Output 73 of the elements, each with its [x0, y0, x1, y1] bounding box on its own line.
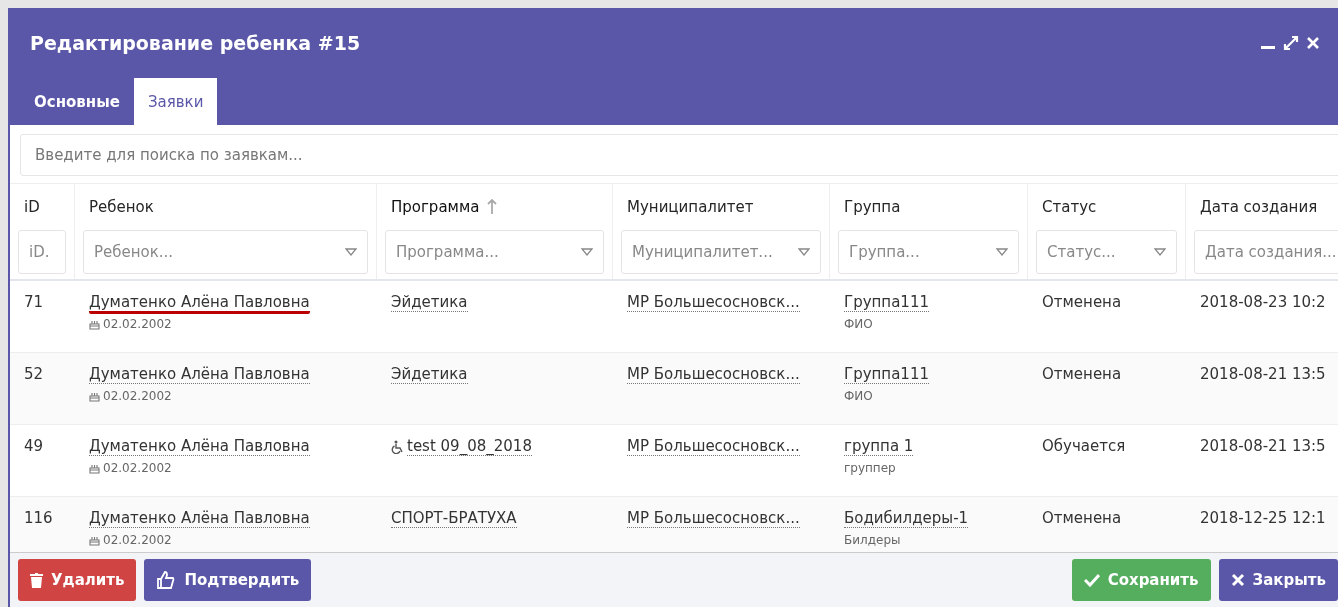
table-cell: 116	[24, 509, 53, 527]
table-cell: 2018-12-25 12:1	[1200, 509, 1326, 527]
table-cell: 49	[24, 437, 44, 455]
search-field[interactable]: Введите для поиска по заявкам...	[20, 134, 1338, 176]
group-link[interactable]: Группа111	[844, 293, 929, 312]
column-header[interactable]: Группа	[844, 198, 901, 216]
dropdown-icon[interactable]	[996, 248, 1008, 256]
column-header[interactable]: Программа	[391, 198, 480, 216]
expand-icon[interactable]	[1282, 34, 1300, 52]
municipality-link[interactable]: МР Большесосновск...	[627, 509, 800, 528]
tab[interactable]: Заявки	[133, 78, 218, 125]
birth-date: 02.02.2002	[103, 317, 172, 331]
trash-icon	[30, 572, 43, 588]
dropdown-icon[interactable]	[798, 248, 810, 256]
cake-icon	[89, 318, 100, 330]
filter-field[interactable]: iD.	[18, 230, 66, 274]
footer-button[interactable]: Подтвердить	[144, 559, 312, 601]
group-note: ФИО	[844, 317, 873, 331]
dropdown-icon[interactable]	[1154, 248, 1166, 256]
close-icon[interactable]	[1306, 36, 1320, 50]
table-cell: 52	[24, 365, 44, 383]
program-link[interactable]: Эйдетика	[391, 293, 468, 312]
footer-button[interactable]: Удалить	[18, 559, 137, 601]
group-link[interactable]: группа 1	[844, 437, 914, 456]
filter-field[interactable]: Дата создания...	[1194, 230, 1338, 274]
dropdown-icon[interactable]	[581, 248, 593, 256]
child-name-link[interactable]: Думатенко Алёна Павловна	[89, 437, 310, 456]
column-header[interactable]: Муниципалитет	[627, 198, 754, 216]
check-icon	[1083, 573, 1100, 587]
column-header[interactable]: iD	[24, 198, 40, 216]
municipality-link[interactable]: МР Большесосновск...	[627, 437, 800, 456]
program-link[interactable]: test 09_08_2018	[407, 437, 532, 456]
filter-field[interactable]: Ребенок...	[83, 230, 368, 274]
group-link[interactable]: Бодибилдеры-1	[844, 509, 969, 528]
table-cell: 2018-08-21 13:5	[1200, 437, 1326, 455]
tab[interactable]: Основные	[20, 78, 134, 125]
dropdown-icon[interactable]	[345, 248, 357, 256]
group-link[interactable]: Группа111	[844, 365, 929, 384]
close-icon	[1230, 573, 1245, 587]
filter-field[interactable]: Программа...	[385, 230, 604, 274]
group-note: группер	[844, 461, 896, 475]
column-header[interactable]: Дата создания	[1200, 198, 1318, 216]
thumbs-up-icon	[156, 570, 177, 590]
table-cell: 71	[24, 293, 44, 311]
child-name-link[interactable]: Думатенко Алёна Павловна	[89, 293, 310, 314]
cake-icon	[89, 462, 100, 474]
window-title: Редактирование ребенка #15	[30, 32, 361, 54]
filter-field[interactable]: Статус...	[1036, 230, 1177, 274]
column-header[interactable]: Ребенок	[89, 198, 154, 216]
birth-date: 02.02.2002	[103, 461, 172, 475]
group-note: Билдеры	[844, 533, 901, 547]
program-link[interactable]: Эйдетика	[391, 365, 468, 384]
table-cell: 2018-08-21 13:5	[1200, 365, 1326, 383]
table-cell: 2018-08-23 10:2	[1200, 293, 1326, 311]
birth-date: 02.02.2002	[103, 389, 172, 403]
child-name-link[interactable]: Думатенко Алёна Павловна	[89, 509, 310, 528]
filter-field[interactable]: Муниципалитет...	[621, 230, 821, 274]
column-header[interactable]: Статус	[1042, 198, 1097, 216]
table-cell: Отменена	[1042, 509, 1122, 527]
cake-icon	[89, 534, 100, 546]
table-cell: Отменена	[1042, 365, 1122, 383]
municipality-link[interactable]: МР Большесосновск...	[627, 365, 800, 384]
table-cell: Отменена	[1042, 293, 1122, 311]
footer-button[interactable]: Закрыть	[1218, 559, 1338, 601]
program-link[interactable]: СПОРТ-БРАТУХА	[391, 509, 517, 528]
sort-arrow-icon[interactable]	[487, 199, 498, 215]
group-note: ФИО	[844, 389, 873, 403]
cake-icon	[89, 390, 100, 402]
birth-date: 02.02.2002	[103, 533, 172, 547]
child-name-link[interactable]: Думатенко Алёна Павловна	[89, 365, 310, 384]
filter-field[interactable]: Группа...	[838, 230, 1019, 274]
municipality-link[interactable]: МР Большесосновск...	[627, 293, 800, 312]
table-cell: Обучается	[1042, 437, 1126, 455]
